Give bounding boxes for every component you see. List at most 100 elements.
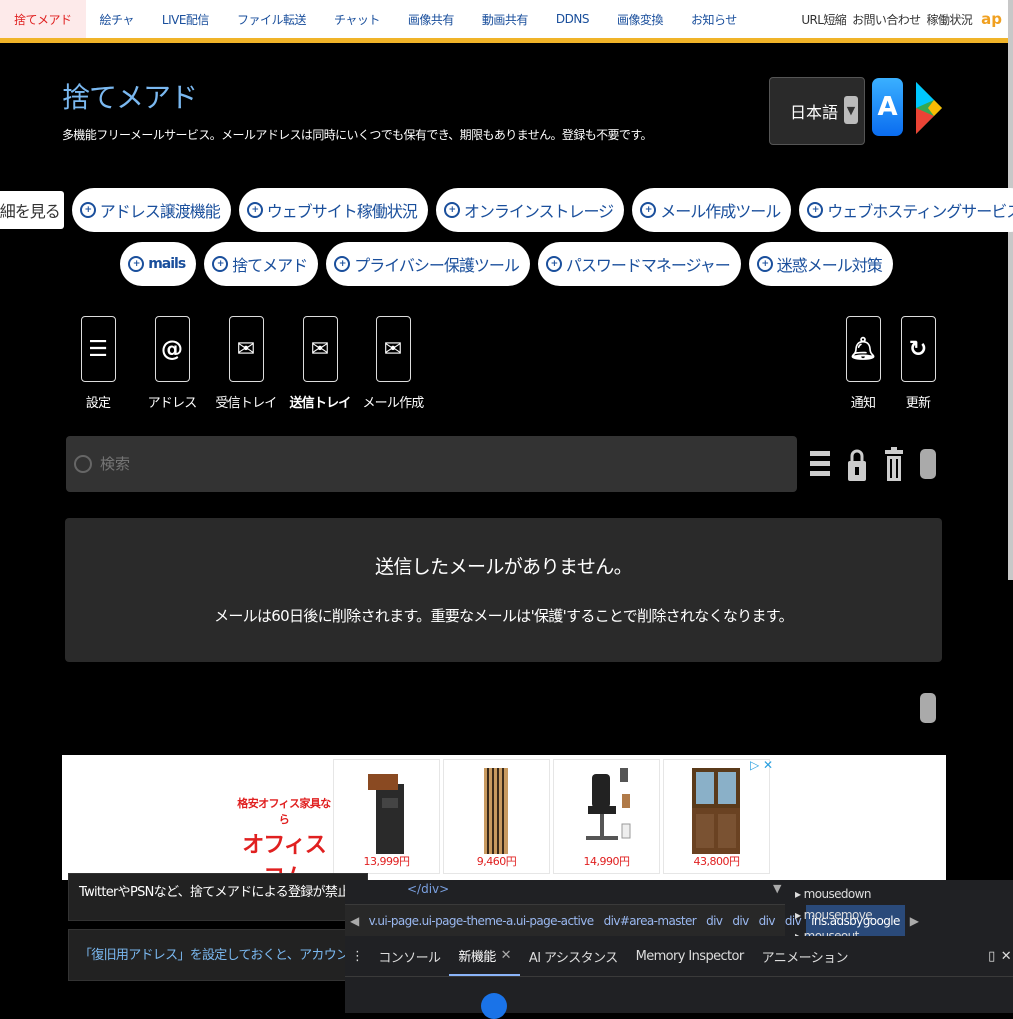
- info-notice-1: TwitterやPSNなど、捨てメアドによる登録が禁止されていたり、登: [68, 873, 368, 921]
- tag-password-manager[interactable]: + パスワードマネージャー: [537, 242, 741, 286]
- nav-link-url-shortener[interactable]: URL短縮: [798, 11, 849, 28]
- details-button[interactable]: 詳細を見る: [0, 191, 64, 229]
- feature-tags-row-1: 詳細を見る +アドレス譲渡機能 +ウェブサイト稼働状況 +オンラインストレージ …: [0, 188, 1013, 232]
- tag-mails[interactable]: + mails: [120, 242, 197, 286]
- nav-item-chat[interactable]: チャット: [320, 0, 394, 38]
- devtools-breadcrumb: ◀ v.ui-page.ui-page-theme-a.ui-page-acti…: [345, 904, 919, 938]
- breadcrumb-item[interactable]: div#area-master: [599, 914, 702, 928]
- compose-button[interactable]: ✉ メール作成: [353, 316, 433, 411]
- tab-ai-assistance[interactable]: AI アシスタンス: [520, 936, 627, 976]
- tab-whats-new[interactable]: 新機能 ✕: [449, 936, 520, 976]
- ad-product-3[interactable]: 14,990円: [553, 759, 660, 874]
- dock-icon[interactable]: ▯: [984, 936, 999, 976]
- plus-icon: +: [807, 202, 824, 218]
- devtools-panel: </div> ▼ ◀ v.ui-page.ui-page-theme-a.ui-…: [345, 880, 1013, 1019]
- breadcrumb-item[interactable]: div: [754, 914, 780, 928]
- office-chair-image: [586, 768, 631, 840]
- chevron-right-icon[interactable]: ▶: [905, 914, 924, 928]
- chevron-left-icon[interactable]: ◀: [345, 914, 364, 928]
- app-store-icon[interactable]: A: [872, 78, 903, 136]
- lock-icon[interactable]: [848, 447, 866, 481]
- language-value: 日本語: [790, 103, 839, 122]
- mail-list-panel: 送信したメールがありません。 メールは60日後に削除されます。重要なメールは'保…: [65, 518, 942, 662]
- close-drawer-icon[interactable]: ✕: [999, 936, 1013, 976]
- at-icon: @: [154, 316, 190, 382]
- nav-item-file-transfer[interactable]: ファイル転送: [223, 0, 320, 38]
- tag-address-transfer[interactable]: + アドレス譲渡機能: [71, 188, 231, 232]
- close-icon[interactable]: ✕: [501, 948, 512, 963]
- nav-item-sutemeado[interactable]: 捨てメアド: [0, 0, 86, 38]
- page-subtitle: 多機能フリーメールサービス。メールアドレスは同時にいくつでも保有でき、期限もあり…: [62, 128, 653, 142]
- list-icon[interactable]: [810, 447, 830, 481]
- empty-message: 送信したメールがありません。: [374, 556, 633, 578]
- tag-mail-tool[interactable]: + メール作成ツール: [632, 188, 792, 232]
- plus-icon: +: [545, 256, 562, 272]
- plus-icon: +: [128, 256, 145, 272]
- ad-product-4[interactable]: 43,800円: [663, 759, 770, 874]
- more-icon[interactable]: ⋮: [345, 936, 369, 976]
- refresh-button[interactable]: ↻ 更新: [878, 316, 958, 411]
- devtools-logo-icon: [481, 993, 507, 1019]
- compose-icon: ✉: [375, 316, 411, 382]
- nav-item-image-share[interactable]: 画像共有: [394, 0, 468, 38]
- plus-icon: +: [334, 256, 351, 272]
- tag-online-storage[interactable]: + オンラインストレージ: [435, 188, 625, 232]
- tag-privacy-tool[interactable]: + プライバシー保護ツール: [326, 242, 530, 286]
- tag-website-status[interactable]: + ウェブサイト稼働状況: [238, 188, 428, 232]
- search-icon: [74, 455, 92, 473]
- language-select[interactable]: 日本語 ▼: [769, 77, 865, 145]
- search-input[interactable]: [98, 454, 296, 474]
- tag-web-hosting[interactable]: + ウェブホスティングサービス: [799, 188, 1013, 232]
- menu-icon: ☰: [80, 316, 116, 382]
- breadcrumb-item[interactable]: v.ui-page.ui-page-theme-a.ui-page-active: [364, 914, 599, 928]
- event-item[interactable]: ▸ mousedown: [795, 884, 872, 905]
- plus-icon: +: [640, 202, 657, 218]
- advertisement[interactable]: 格安オフィス家具なら オフィスコム 13,999円 9,460円 14,990円…: [62, 755, 946, 890]
- ad-product-1[interactable]: 13,999円: [333, 759, 440, 874]
- tab-console[interactable]: コンソール: [369, 936, 449, 976]
- plus-icon: +: [79, 202, 96, 218]
- bell-icon: 🔔︎: [845, 316, 881, 382]
- sent-button[interactable]: ✉ 送信トレイ: [280, 316, 360, 411]
- select-toggle[interactable]: [920, 449, 936, 479]
- nav-item-news[interactable]: お知らせ: [677, 0, 751, 38]
- ad-product-2[interactable]: 9,460円: [443, 759, 550, 874]
- plus-icon: +: [212, 256, 229, 272]
- nav-link-status[interactable]: 稼働状況: [924, 11, 976, 28]
- nav-item-echat[interactable]: 絵チャ: [86, 0, 148, 38]
- devtools-drawer-tabs: ⋮ コンソール 新機能 ✕ AI アシスタンス Memory Inspector …: [345, 936, 1013, 977]
- google-play-icon[interactable]: [914, 80, 944, 136]
- nav-item-ddns[interactable]: DDNS: [542, 0, 603, 38]
- page-scrollbar[interactable]: [1008, 0, 1013, 580]
- trash-icon[interactable]: [885, 447, 903, 481]
- event-item[interactable]: ▸ mousemove: [795, 905, 873, 926]
- ad-choices-icon[interactable]: ▷ ✕: [750, 758, 773, 772]
- tab-memory-inspector[interactable]: Memory Inspector: [627, 936, 753, 976]
- plus-icon: +: [246, 202, 263, 218]
- address-button[interactable]: @ アドレス: [132, 316, 212, 411]
- chevron-down-icon: ▼: [844, 96, 858, 124]
- nav-item-image-convert[interactable]: 画像変換: [603, 0, 677, 38]
- side-toggle[interactable]: [920, 693, 936, 723]
- info-notice-2: 「復旧用アドレス」を設定しておくと、アカウントにアクセスでき: [68, 929, 368, 981]
- site-logo[interactable]: ap: [975, 10, 1008, 28]
- nav-link-contact[interactable]: お問い合わせ: [849, 11, 923, 28]
- nav-item-live[interactable]: LIVE配信: [148, 0, 223, 38]
- inbox-button[interactable]: ✉ 受信トレイ: [206, 316, 286, 411]
- breadcrumb-item[interactable]: div: [701, 914, 727, 928]
- refresh-icon: ↻: [900, 316, 936, 382]
- tag-sutemeado[interactable]: + 捨てメアド: [204, 242, 319, 286]
- feature-tags-row-2: + mails + 捨てメアド + プライバシー保護ツール + パスワードマネージャー …: [60, 242, 953, 286]
- nav-item-video-share[interactable]: 動画共有: [468, 0, 542, 38]
- inbox-icon: ✉: [228, 316, 264, 382]
- page-title: 捨てメアド: [62, 81, 198, 114]
- sent-icon: ✉: [302, 316, 338, 382]
- tag-spam-protection[interactable]: + 迷惑メール対策: [748, 242, 893, 286]
- settings-button[interactable]: ☰ 設定: [58, 316, 138, 411]
- devtools-code-line: </div>: [407, 882, 450, 896]
- retention-note: メールは60日後に削除されます。重要なメールは'保護'することで削除されなくなり…: [214, 607, 793, 625]
- breadcrumb-item[interactable]: div: [727, 914, 753, 928]
- tab-animations[interactable]: アニメーション: [753, 936, 857, 976]
- top-navigation: 捨てメアド 絵チャ LIVE配信 ファイル転送 チャット 画像共有 動画共有 D…: [0, 0, 1008, 43]
- locker-image: [368, 774, 404, 854]
